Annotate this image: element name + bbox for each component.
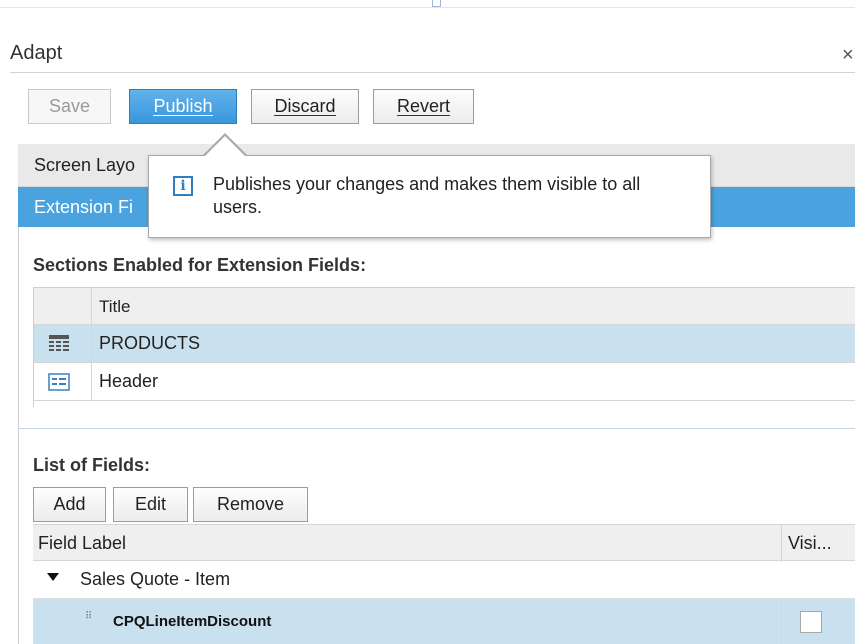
table-icon	[49, 335, 69, 351]
revert-button-label: Revert	[396, 96, 450, 116]
fields-heading: List of Fields:	[33, 455, 150, 475]
discard-button[interactable]: Discard	[251, 89, 359, 124]
edit-button[interactable]: Edit	[113, 487, 188, 522]
title-divider	[10, 72, 855, 73]
field-group-row[interactable]: Sales Quote - Item	[33, 561, 855, 599]
remove-button-label: Remove	[216, 494, 285, 514]
drag-handle-icon[interactable]: ⠿	[85, 611, 92, 622]
revert-button[interactable]: Revert	[373, 89, 474, 124]
column-title[interactable]: Title	[99, 297, 131, 317]
tooltip-arrow-fill	[205, 136, 245, 156]
publish-button-label: Publish	[153, 96, 213, 116]
top-marker	[432, 0, 441, 7]
visible-checkbox[interactable]	[800, 611, 822, 633]
remove-button[interactable]: Remove	[193, 487, 308, 522]
section-title: Header	[99, 371, 159, 391]
info-icon: i	[173, 176, 193, 196]
column-field-label[interactable]: Field Label	[38, 533, 126, 554]
column-visible[interactable]: Visi...	[788, 533, 832, 554]
add-button-label: Add	[53, 494, 86, 514]
tooltip-text: Publishes your changes and makes them vi…	[213, 174, 641, 217]
top-border	[0, 0, 855, 8]
expand-triangle-icon[interactable]	[47, 573, 59, 581]
nav-item-label: Extension Fi	[34, 196, 134, 217]
sections-table: Title PRODUCTS Header	[33, 287, 855, 407]
add-button[interactable]: Add	[33, 487, 106, 522]
section-divider	[18, 428, 855, 429]
form-icon	[48, 373, 70, 391]
publish-tooltip: i Publishes your changes and makes them …	[148, 155, 711, 238]
table-row[interactable]: Header	[34, 363, 855, 401]
table-row[interactable]: ⠿ CPQLineItemDiscount	[33, 599, 855, 644]
dialog-title: Adapt	[10, 42, 63, 64]
sections-table-header: Title	[34, 288, 855, 325]
save-button-label: Save	[48, 96, 91, 116]
save-button[interactable]: Save	[28, 89, 111, 124]
nav-item-label: Screen Layo	[34, 154, 136, 175]
edit-button-label: Edit	[134, 494, 167, 514]
field-label: CPQLineItemDiscount	[113, 613, 272, 630]
table-row[interactable]: PRODUCTS	[34, 325, 855, 363]
field-group-label: Sales Quote - Item	[80, 569, 231, 589]
discard-button-label: Discard	[274, 96, 336, 116]
close-icon[interactable]: ×	[842, 44, 854, 67]
publish-button[interactable]: Publish	[129, 89, 237, 124]
section-title: PRODUCTS	[99, 333, 201, 353]
fields-table-header: Field Label Visi...	[33, 524, 855, 562]
sections-heading: Sections Enabled for Extension Fields:	[33, 255, 367, 275]
